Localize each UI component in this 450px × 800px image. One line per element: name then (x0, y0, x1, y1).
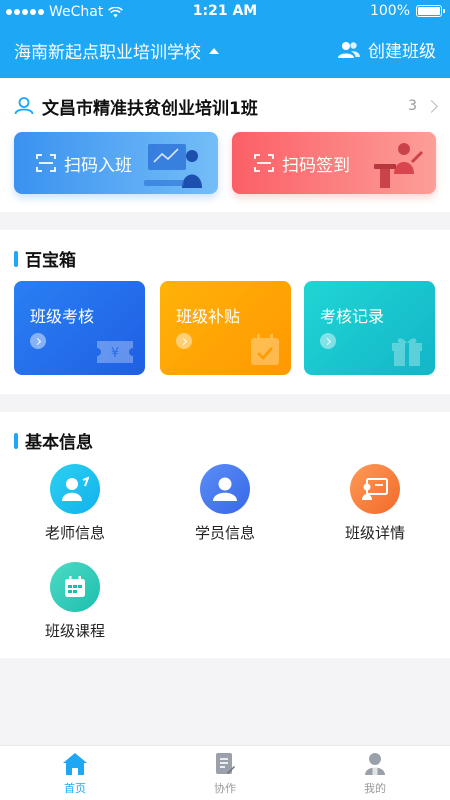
gift-icon (392, 338, 422, 366)
calendar-icon (50, 562, 100, 612)
class-count: 3 (408, 98, 417, 114)
class-subsidy-card[interactable]: 班级补贴 (160, 281, 291, 375)
home-icon (63, 753, 87, 775)
scan-sign-button[interactable]: 扫码签到 (232, 132, 436, 194)
teacher-board-illustration-icon (144, 144, 202, 188)
student-info-icon (200, 464, 250, 514)
nav-bar: 海南新起点职业培训学校 创建班级 (0, 24, 450, 78)
scan-icon (254, 154, 274, 172)
class-details-item[interactable]: 班级详情 (315, 464, 435, 543)
scan-sign-label: 扫码签到 (282, 155, 350, 176)
status-bar: WeChat 1:21 AM 100% (0, 0, 450, 24)
current-class-card: 文昌市精准扶贫创业培训1班 3 扫码入班 扫码签到 (0, 78, 450, 212)
user-profile-icon (365, 753, 385, 775)
tab-home[interactable]: 首页 (30, 752, 120, 796)
school-name: 海南新起点职业培训学校 (14, 43, 201, 63)
arrow-right-icon (320, 333, 336, 349)
class-name: 文昌市精准扶贫创业培训1班 (42, 98, 258, 119)
teacher-icon (50, 464, 100, 514)
class-subsidy-label: 班级补贴 (176, 307, 241, 326)
class-exam-label: 班级考核 (30, 307, 95, 326)
basic-info-section: 基本信息 老师信息 学员信息 班级详情 班级课程 (0, 412, 450, 658)
class-courses-label: 班级课程 (44, 622, 105, 640)
arrow-right-icon (30, 333, 46, 349)
tab-mine[interactable]: 我的 (330, 752, 420, 796)
arrow-right-icon (176, 333, 192, 349)
exam-record-card[interactable]: 考核记录 (304, 281, 435, 375)
basic-info-title-text: 基本信息 (25, 433, 93, 453)
chevron-right-icon (425, 99, 438, 113)
battery-area: 100% (369, 3, 445, 19)
tab-mine-label: 我的 (364, 782, 386, 795)
class-courses-item[interactable]: 班级课程 (15, 562, 135, 641)
class-details-label: 班级详情 (344, 524, 405, 542)
document-edit-icon (216, 753, 235, 774)
tab-collaboration[interactable]: 协作 (180, 752, 270, 796)
toolbox-section: 百宝箱 班级考核 ¥ 班级补贴 考核记录 (0, 230, 450, 394)
ticket-icon: ¥ (97, 341, 133, 363)
student-info-label: 学员信息 (194, 524, 255, 542)
users-icon (338, 41, 360, 58)
title-accent-bar (14, 432, 18, 449)
create-class-button[interactable]: 创建班级 (338, 37, 436, 62)
school-selector[interactable]: 海南新起点职业培训学校 (14, 38, 219, 63)
classroom-board-icon (350, 464, 400, 514)
student-icon (14, 97, 34, 115)
caret-up-icon (209, 47, 219, 54)
scan-join-button[interactable]: 扫码入班 (14, 132, 218, 194)
class-exam-card[interactable]: 班级考核 ¥ (14, 281, 145, 375)
teacher-info-item[interactable]: 老师信息 (15, 464, 135, 543)
scan-join-label: 扫码入班 (64, 155, 132, 176)
title-accent-bar (14, 250, 18, 267)
toolbox-title: 百宝箱 (14, 246, 76, 271)
create-class-label: 创建班级 (368, 42, 436, 62)
svg-text:¥: ¥ (111, 346, 119, 361)
bottom-tab-bar: 首页 协作 我的 (0, 745, 450, 800)
class-switcher-row[interactable]: 文昌市精准扶贫创业培训1班 3 (14, 94, 438, 119)
tab-collaboration-label: 协作 (214, 782, 236, 795)
battery-icon (416, 5, 445, 17)
teacher-info-label: 老师信息 (44, 524, 105, 542)
presenter-podium-illustration-icon (374, 143, 424, 188)
toolbox-title-text: 百宝箱 (25, 251, 76, 271)
battery-percent: 100% (369, 3, 410, 19)
basic-info-title: 基本信息 (14, 428, 93, 453)
exam-record-label: 考核记录 (320, 307, 385, 326)
scan-icon (36, 154, 56, 172)
calendar-check-icon (251, 334, 279, 365)
tab-home-label: 首页 (64, 782, 86, 795)
student-info-item[interactable]: 学员信息 (165, 464, 285, 543)
